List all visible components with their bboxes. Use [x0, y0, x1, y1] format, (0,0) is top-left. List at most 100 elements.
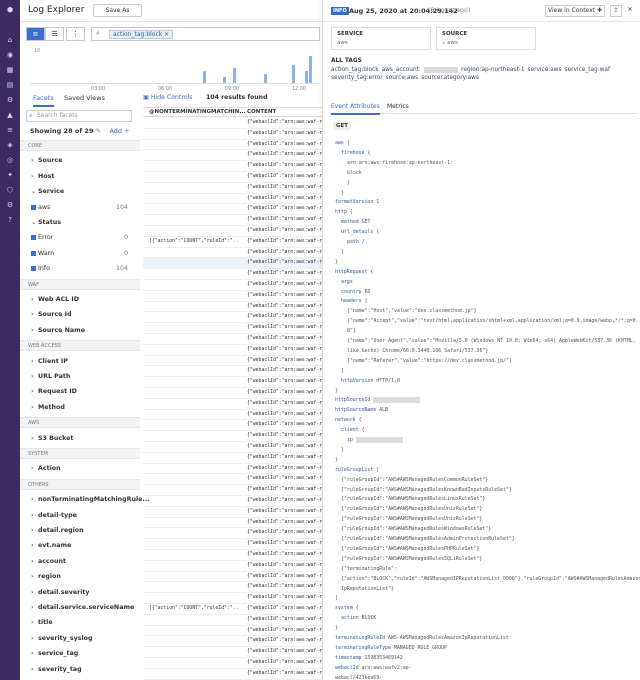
log-row[interactable]: {"webaclId":"arn:aws:waf-r: [143, 431, 323, 442]
log-row[interactable]: {"webaclId":"arn:aws:waf-r: [143, 388, 323, 399]
attribute-row[interactable]: action BLOCK: [341, 615, 376, 621]
chevron-right-icon[interactable]: ›: [31, 294, 34, 305]
attribute-row[interactable]: client {: [341, 427, 365, 433]
logs-icon[interactable]: ≡: [5, 126, 15, 134]
facet-nonterminatingmatchingrule-[interactable]: › nonTerminatingMatchingRule...: [20, 494, 150, 505]
log-row[interactable]: {"webaclId":"arn:aws:waf-r: [143, 464, 323, 475]
facet-region[interactable]: › region: [20, 571, 140, 582]
timeline-chart[interactable]: 10 03:00 06:00 09:00 12:00: [30, 48, 320, 92]
home-icon[interactable]: ⌂: [5, 36, 15, 44]
attribute-key[interactable]: ruleGroupList: [335, 467, 373, 473]
security-icon[interactable]: ◈: [5, 141, 15, 149]
facet-host[interactable]: › Host: [20, 171, 140, 182]
column-header-content[interactable]: CONTENT: [247, 108, 276, 117]
chevron-right-icon[interactable]: ›: [31, 463, 34, 474]
log-row[interactable]: {"webaclId":"arn:aws:waf-r: [143, 582, 323, 594]
attribute-row[interactable]: method GET: [341, 219, 370, 225]
log-row[interactable]: {"webaclId":"arn:aws:waf-r: [143, 636, 323, 648]
attribute-row[interactable]: args: [341, 279, 353, 285]
chevron-right-icon[interactable]: ›: [31, 556, 34, 567]
save-as-button[interactable]: Save As: [93, 4, 142, 17]
facet-detail-type[interactable]: › detail-type: [20, 510, 140, 521]
log-row[interactable]: {"webaclId":"arn:aws:waf-r: [143, 312, 323, 324]
tag-chip[interactable]: source:aws: [386, 75, 419, 81]
log-row[interactable]: {"webaclId":"arn:aws:waf-r: [143, 302, 323, 313]
attribute-key[interactable]: method: [341, 219, 359, 225]
attribute-key[interactable]: httpSourceId: [335, 397, 370, 403]
attribute-key[interactable]: terminatingRuleType: [335, 645, 391, 651]
facet-detail-service-servicename[interactable]: › detail.service.serviceName: [20, 602, 140, 613]
log-row[interactable]: {"webaclId":"arn:aws:waf-r: [143, 140, 323, 151]
facet-source-name[interactable]: › Source Name: [20, 325, 140, 336]
chevron-down-icon[interactable]: ⌄: [31, 217, 36, 228]
list-view-icon[interactable]: ≡: [26, 27, 45, 41]
attribute-key[interactable]: path: [347, 239, 359, 245]
facet-detail-region[interactable]: › detail.region: [20, 525, 140, 536]
attribute-key[interactable]: firehose: [341, 150, 365, 156]
attribute-row[interactable]: path /: [347, 239, 365, 245]
chevron-right-icon[interactable]: ›: [31, 648, 34, 659]
integrations-icon[interactable]: ⬡: [5, 186, 15, 194]
log-row[interactable]: {"webaclId":"arn:aws:waf-r: [143, 345, 323, 356]
facet-url-path[interactable]: › URL Path: [20, 371, 140, 382]
log-row[interactable]: {"webaclId":"arn:aws:waf-r: [143, 323, 323, 334]
log-row[interactable]: {"webaclId":"arn:aws:waf-r: [143, 150, 323, 162]
chevron-right-icon[interactable]: ›: [31, 433, 34, 444]
attribute-row[interactable]: system {: [335, 605, 359, 611]
log-row[interactable]: {"webaclId":"arn:aws:waf-r: [143, 204, 323, 216]
alert-icon[interactable]: ▲: [5, 111, 15, 119]
chevron-right-icon[interactable]: ›: [31, 325, 34, 336]
checkbox[interactable]: [31, 235, 36, 241]
datadog-logo-icon[interactable]: ⬢: [5, 6, 15, 14]
rum-icon[interactable]: ✦: [5, 171, 15, 179]
log-row[interactable]: {"webaclId":"arn:aws:waf-r: [143, 626, 323, 637]
log-row[interactable]: {"webaclId":"arn:aws:waf-r: [143, 507, 323, 518]
attribute-row[interactable]: network {: [335, 417, 362, 423]
synthetics-icon[interactable]: ◎: [5, 156, 15, 164]
log-row[interactable]: [{"action":"COUNT","ruleId":"... {"webacl…: [143, 237, 323, 248]
tab-facets[interactable]: Facets: [33, 94, 54, 107]
chevron-right-icon[interactable]: ›: [31, 617, 34, 628]
log-row[interactable]: {"webaclId":"arn:aws:waf-r: [143, 399, 323, 410]
facet-evt-name[interactable]: › evt.name: [20, 540, 140, 551]
chevron-right-icon[interactable]: ›: [31, 587, 34, 598]
attribute-key[interactable]: httpRequest: [335, 269, 367, 275]
log-row[interactable]: {"webaclId":"arn:aws:waf-r: [143, 410, 323, 421]
table-view-icon[interactable]: ☰: [45, 27, 64, 41]
log-row[interactable]: {"webaclId":"arn:aws:waf-r: [143, 669, 323, 680]
log-row[interactable]: {"webaclId":"arn:aws:waf-r: [143, 161, 323, 172]
log-row[interactable]: {"webaclId":"arn:aws:waf-r: [143, 118, 323, 129]
attribute-key[interactable]: action: [341, 615, 359, 621]
chevron-right-icon[interactable]: ›: [31, 602, 34, 613]
attribute-key[interactable]: url_details: [341, 229, 373, 235]
log-row[interactable]: {"webaclId":"arn:aws:waf-r: [143, 539, 323, 550]
monitor-icon[interactable]: ◉: [5, 51, 15, 59]
attribute-row[interactable]: formatVersion 1: [335, 199, 379, 205]
attribute-key[interactable]: headers: [341, 298, 362, 304]
log-row[interactable]: {"webaclId":"arn:aws:waf-r: [143, 280, 323, 291]
share-icon[interactable]: ⇪: [610, 5, 622, 17]
view-in-context-button[interactable]: View in Context ✚: [545, 5, 605, 17]
log-row[interactable]: [{"action":"COUNT","ruleId":"... {"webacl…: [143, 604, 323, 615]
checkbox[interactable]: [31, 266, 36, 272]
column-header-rule[interactable]: @NONTERMINATINGMATCHIN...: [149, 108, 246, 117]
attribute-row[interactable]: ruleGroupList [: [335, 467, 379, 473]
log-row[interactable]: {"webaclId":"arn:aws:waf-r: [143, 453, 323, 464]
hide-controls-button[interactable]: ▣ Hide Controls: [143, 94, 193, 101]
checkbox[interactable]: [31, 250, 36, 256]
chevron-right-icon[interactable]: ›: [31, 540, 34, 551]
facet-service[interactable]: ⌄ Service: [20, 186, 140, 197]
log-row[interactable]: {"webaclId":"arn:aws:waf-r: [143, 226, 323, 237]
attribute-key[interactable]: http: [335, 209, 347, 215]
log-row[interactable]: {"webaclId":"arn:aws:waf-r: [143, 528, 323, 540]
facet-service-tag[interactable]: › service_tag: [20, 648, 140, 659]
facet-source[interactable]: › Source: [20, 155, 140, 166]
attribute-key[interactable]: httpSourceName: [335, 407, 376, 413]
log-row[interactable]: {"webaclId":"arn:aws:waf-r: [143, 474, 323, 486]
log-row[interactable]: {"webaclId":"arn:aws:waf-r: [143, 248, 323, 259]
attribute-row[interactable]: headers [: [341, 298, 368, 304]
chevron-down-icon[interactable]: ⌄: [31, 186, 36, 197]
infra-icon[interactable]: ▤: [5, 81, 15, 89]
log-row[interactable]: {"webaclId":"arn:aws:waf-r: [143, 420, 323, 432]
facet-request-id[interactable]: › Request ID: [20, 386, 140, 397]
